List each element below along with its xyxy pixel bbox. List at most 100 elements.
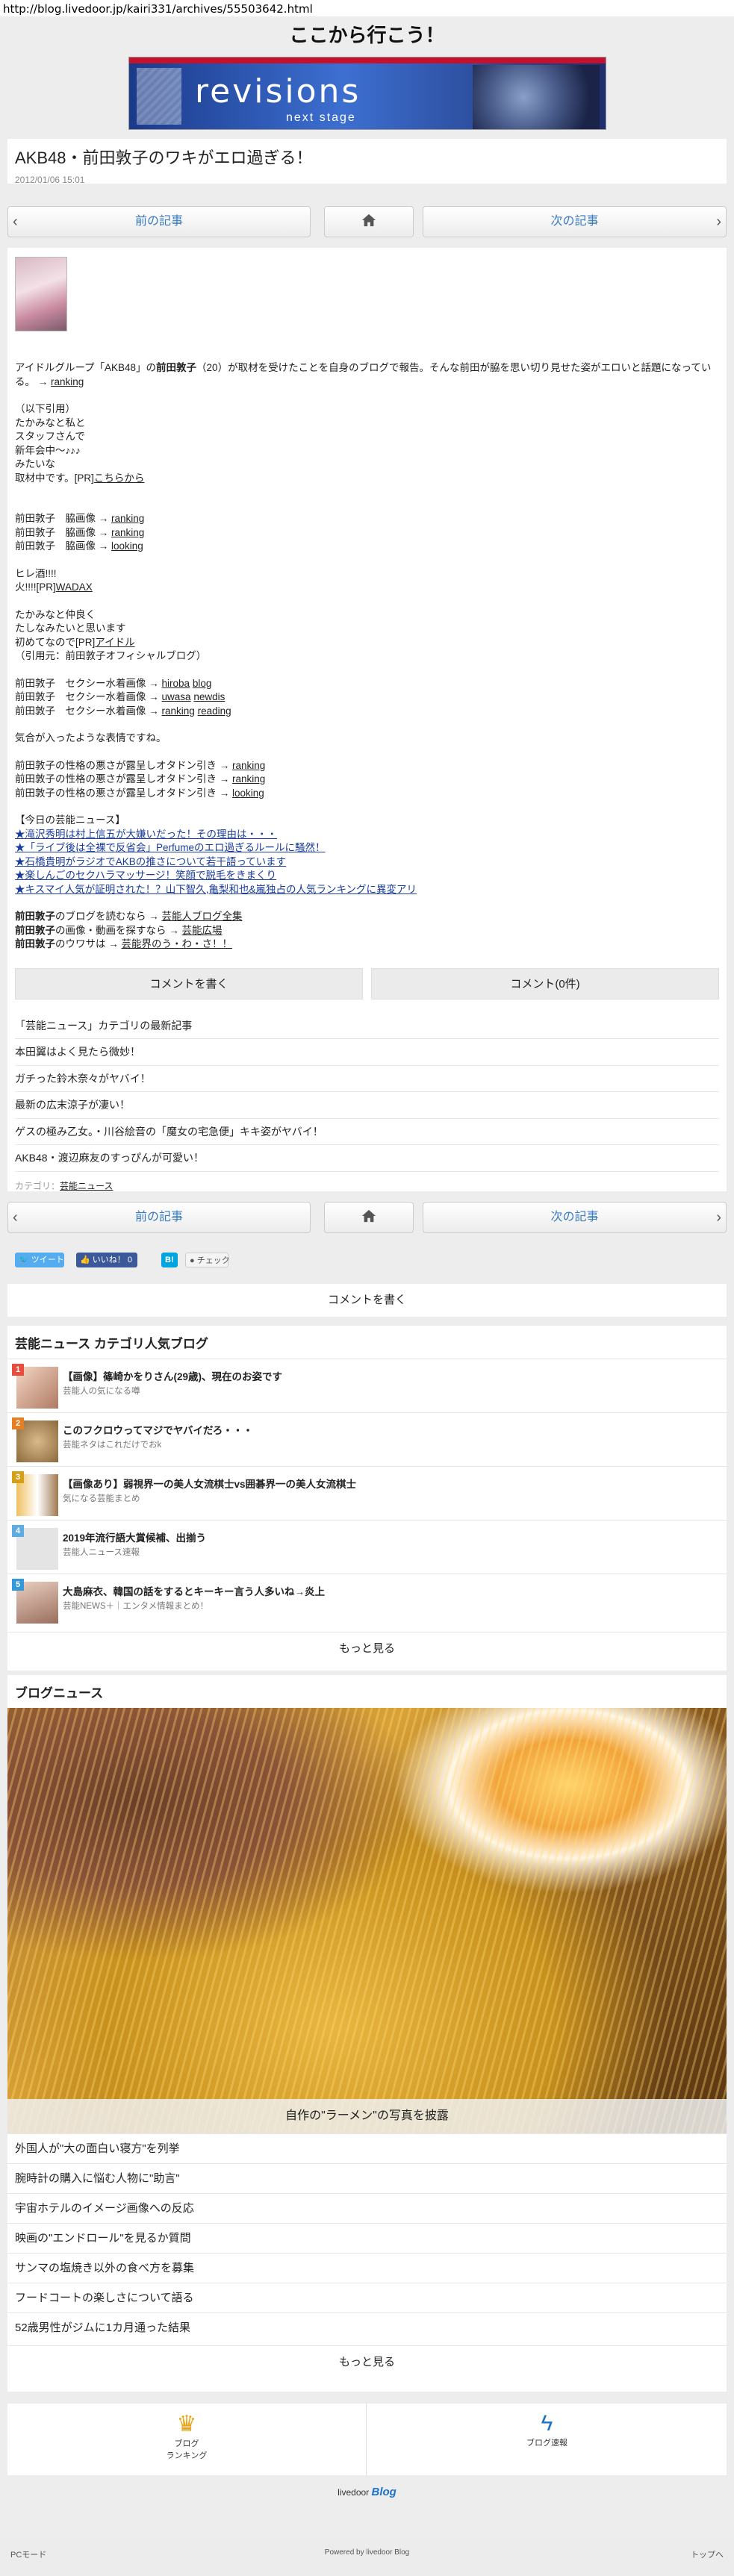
char-link[interactable]: looking (232, 788, 264, 799)
next-article-button[interactable]: 次の記事 › (423, 206, 727, 237)
category-article[interactable]: 最新の広末涼子が凄い！ (15, 1092, 719, 1119)
blog-news: ブログニュース 自作の"ラーメン"の写真を披露 外国人が"大の面白い寝方"を列挙… (7, 1675, 727, 2392)
armpit-link[interactable]: ranking (111, 527, 144, 538)
intro-link[interactable]: ranking (51, 376, 84, 387)
comment-count-button[interactable]: コメント(0件) (371, 967, 719, 999)
news-link[interactable]: ★キスマイ人気が証明された！？山下智久,亀梨和也&嵐独占の人気ランキングに異変ア… (15, 884, 417, 895)
write-comment-bar[interactable]: コメントを書く (7, 1284, 727, 1317)
banner-ad[interactable]: revisions next stage (128, 57, 606, 130)
popular-more-button[interactable]: もっと見る (7, 1632, 727, 1665)
sexy-line: 前田敦子 セクシー水着画像 → uwasa newdis (15, 691, 226, 702)
blog-news-item[interactable]: 52歳男性がジムに1カ月通った結果 (7, 2313, 727, 2342)
prev-article-button[interactable]: ‹ 前の記事 (7, 1202, 311, 1233)
text-line: ヒレ酒!!!! (15, 567, 57, 579)
pr-link[interactable]: アイドル (95, 637, 134, 648)
prev-label: 前の記事 (134, 215, 183, 228)
bottom-bar: PCモード Powered by livedoor Blog トップへ (0, 2538, 734, 2576)
blog-news-item[interactable]: 映画の"エンドロール"を見るか質問 (7, 2223, 727, 2253)
popular-item-source: 芸能人ニュース速報 (63, 1548, 140, 1557)
news-link[interactable]: ★楽しんごのセクハラマッサージ！笑顔で脱毛をきまくり (15, 870, 276, 881)
ranking-label: ブログ (174, 2439, 199, 2448)
next-label: 次の記事 (550, 1211, 599, 1223)
ext-line: 前田敦子のウワサは → 芸能界のう・わ・さ！！ (15, 938, 233, 949)
blog-news-item[interactable]: 外国人が"大の面白い寝方"を列挙 (7, 2133, 727, 2163)
ext-line: 前田敦子のブログを読むなら → 芸能人ブログ全集 (15, 911, 243, 922)
blog-ranking-button[interactable]: ♛ ブログ ランキング (7, 2404, 367, 2475)
blog-news-item[interactable]: 宇宙ホテルのイメージ画像への反応 (7, 2193, 727, 2223)
banner-robot-image (473, 65, 600, 129)
sexy-link[interactable]: newdis (193, 691, 225, 702)
popular-item[interactable]: 2 このフクロウってマジでヤバイだろ・・・ 芸能ネタはこれだけでおk (7, 1412, 727, 1466)
blog-news-more-button[interactable]: もっと見る (7, 2345, 727, 2378)
armpit-link[interactable]: looking (111, 540, 143, 552)
char-link[interactable]: ranking (232, 773, 265, 785)
rank-badge: 1 (12, 1364, 24, 1376)
popular-item-title: 大島麻衣、韓国の話をするとキーキー言う人多いね→炎上 (63, 1586, 325, 1597)
hatena-button[interactable]: B! (161, 1253, 178, 1267)
blog-news-item[interactable]: サンマの塩焼き以外の食べ方を募集 (7, 2253, 727, 2283)
popular-item[interactable]: 5 大島麻衣、韓国の話をするとキーキー言う人多いね→炎上 芸能NEWS＋｜エンタ… (7, 1574, 727, 1627)
tweet-button[interactable]: 🐦 ツイート (15, 1253, 64, 1267)
site-title[interactable]: ここから行こう！ (0, 16, 734, 54)
ext-link[interactable]: 芸能人ブログ全集 (162, 911, 243, 922)
text-line: 気合が入ったような表情ですね。 (15, 732, 167, 743)
news-link[interactable]: ★滝沢秀明は村上信五が大嫌いだった！その理由は・・・ (15, 829, 277, 840)
blog-speed-button[interactable]: ϟ ブログ速報 (367, 2404, 727, 2475)
category-article[interactable]: 本田翼はよく見たら微妙！ (15, 1039, 719, 1066)
blog-news-item[interactable]: フードコートの楽しさについて語る (7, 2283, 727, 2313)
ext-link[interactable]: 芸能広場 (182, 925, 223, 936)
category-link[interactable]: 芸能ニュース (60, 1181, 113, 1191)
sexy-line: 前田敦子 セクシー水着画像 → hiroba blog (15, 677, 212, 689)
pr-link[interactable]: WADAX (56, 581, 93, 593)
popular-item[interactable]: 4 2019年流行語大賞候補、出揃う 芸能人ニュース速報 (7, 1520, 727, 1574)
sexy-link[interactable]: blog (193, 678, 212, 689)
article-thumbnail[interactable] (15, 257, 67, 331)
banner-subtitle: next stage (286, 111, 356, 124)
ramen-photo[interactable]: 自作の"ラーメン"の写真を披露 (7, 1708, 727, 2133)
category-article[interactable]: AKB48・渡辺麻友のすっぴんが可愛い！ (15, 1145, 719, 1172)
quote-line: スタッフさんで (15, 431, 85, 442)
comment-buttons: コメントを書く コメント(0件) (15, 967, 719, 1002)
pr-link[interactable]: こちらから (94, 473, 145, 484)
blog-text: Blog (371, 2486, 396, 2498)
sexy-link[interactable]: ranking (162, 705, 195, 717)
home-button[interactable] (324, 1202, 414, 1233)
facebook-like-button[interactable]: 👍 いいね！ 0 (76, 1253, 137, 1267)
next-article-button[interactable]: 次の記事 › (423, 1202, 727, 1233)
char-link[interactable]: ranking (232, 760, 265, 771)
noodle-texture (7, 1708, 727, 2133)
rank-badge: 4 (12, 1525, 24, 1537)
sexy-link[interactable]: hiroba (162, 678, 190, 689)
chevron-left-icon: ‹ (13, 1209, 18, 1226)
sexy-link[interactable]: uwasa (162, 691, 191, 702)
popular-item-title: このフクロウってマジでヤバイだろ・・・ (63, 1425, 253, 1436)
popular-item[interactable]: 1 【画像】篠崎かをりさん(29歳)、現在のお姿です 芸能人の気になる噂 (7, 1359, 727, 1412)
text-line: 火!!!![PR]WADAX (15, 581, 93, 593)
blog-news-item[interactable]: 腕時計の購入に悩む人物に"助言" (7, 2163, 727, 2193)
popular-title: 芸能ニュース カテゴリ人気ブログ (15, 1337, 208, 1351)
popular-item[interactable]: 3 【画像あり】弱視界一の美人女流棋士vs囲碁界一の美人女流棋士 気になる芸能ま… (7, 1466, 727, 1520)
intro-paragraph: アイドルグループ「AKB48」の前田敦子（20）が取材を受けたことを自身のブログ… (15, 362, 712, 387)
news-list: 【今日の芸能ニュース】 ★滝沢秀明は村上信五が大嫌いだった！その理由は・・・ ★… (15, 814, 719, 896)
mixi-icon: ● (190, 1256, 195, 1265)
check-button[interactable]: ● チェック (185, 1253, 230, 1267)
livedoor-blog-logo[interactable]: livedoor Blog (0, 2486, 734, 2498)
next-label: 次の記事 (550, 215, 599, 228)
category-article[interactable]: ガチった鈴木奈々がヤバイ！ (15, 1066, 719, 1092)
sexy-link[interactable]: reading (198, 705, 231, 717)
prev-article-button[interactable]: ‹ 前の記事 (7, 206, 311, 237)
armpit-link[interactable]: ranking (111, 513, 144, 524)
home-icon (361, 213, 376, 227)
rank-badge: 2 (12, 1418, 24, 1429)
category-article[interactable]: ゲスの極み乙女。・川谷絵音の「魔女の宅急便」キキ姿がヤバイ！ (15, 1119, 719, 1145)
write-comment-button[interactable]: コメントを書く (15, 967, 363, 999)
home-button[interactable] (324, 206, 414, 237)
news-link[interactable]: ★石橋貴明がラジオでAKBの推さについて若干語っています (15, 856, 286, 867)
chevron-right-icon: › (716, 213, 721, 230)
ext-link[interactable]: 芸能界のう・わ・さ！！ (122, 938, 233, 949)
armpit-line: 前田敦子 脇画像 → ranking (15, 526, 145, 538)
back-to-top-link[interactable]: トップへ (691, 2548, 724, 2560)
news-link[interactable]: ★「ライブ後は全裸で反省会」Perfumeのエロ過ぎるルールに騒然！ (15, 842, 326, 853)
char-line: 前田敦子の性格の悪さが露呈しオタドン引き → ranking (15, 773, 266, 785)
livedoor-text: livedoor (338, 2487, 370, 2498)
